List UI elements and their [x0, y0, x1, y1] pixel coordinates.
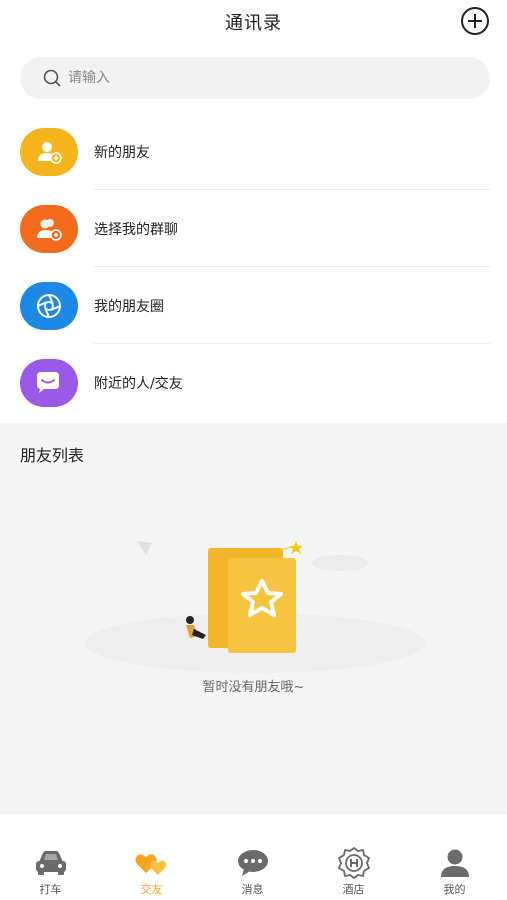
menu-item-label: 我的朋友圈	[94, 298, 164, 315]
search-input[interactable]	[68, 70, 448, 86]
tab-label: 交友	[140, 883, 163, 896]
contact-menu: 新的朋友 选择我的群聊 我的朋友圈 附近的人/交友	[0, 113, 507, 421]
group-chat-icon	[20, 204, 78, 253]
nearby-chat-icon	[20, 358, 78, 407]
profile-icon	[437, 848, 473, 878]
message-icon	[235, 848, 271, 878]
menu-item-group-chats[interactable]: 选择我的群聊	[0, 190, 507, 267]
bottom-tab-bar: 打车 交友 消息 酒店 我的	[0, 813, 507, 900]
hotel-icon	[336, 847, 372, 879]
car-icon	[33, 848, 69, 878]
tab-profile[interactable]: 我的	[404, 814, 505, 900]
menu-item-label: 附近的人/交友	[94, 375, 183, 392]
tab-hotel[interactable]: 酒店	[303, 814, 404, 900]
section-title: 朋友列表	[20, 446, 85, 465]
search-bar[interactable]	[20, 57, 490, 99]
menu-item-moments[interactable]: 我的朋友圈	[0, 267, 507, 344]
menu-item-label: 选择我的群聊	[94, 221, 178, 238]
page-title: 通讯录	[225, 13, 282, 34]
tab-label: 酒店	[342, 883, 365, 896]
empty-state-text: 暂时没有朋友哦~	[202, 680, 305, 695]
tab-label: 我的	[443, 883, 466, 896]
tab-messages[interactable]: 消息	[202, 814, 303, 900]
moments-shutter-icon	[20, 281, 78, 330]
menu-item-nearby[interactable]: 附近的人/交友	[0, 344, 507, 421]
tab-label: 打车	[39, 883, 62, 896]
empty-state-illustration	[85, 541, 425, 673]
tab-label: 消息	[241, 883, 264, 896]
tab-taxi[interactable]: 打车	[0, 814, 101, 900]
hearts-icon	[134, 848, 170, 878]
header: 通讯录	[0, 0, 507, 44]
add-friend-icon	[20, 127, 78, 176]
menu-item-new-friends[interactable]: 新的朋友	[0, 113, 507, 190]
search-icon	[42, 68, 62, 88]
friends-list-section: 朋友列表 暂时没有朋友哦~	[0, 423, 507, 813]
add-button[interactable]	[460, 6, 490, 36]
tab-dating[interactable]: 交友	[101, 814, 202, 900]
plus-circle-icon	[461, 7, 489, 35]
menu-item-label: 新的朋友	[94, 144, 150, 161]
